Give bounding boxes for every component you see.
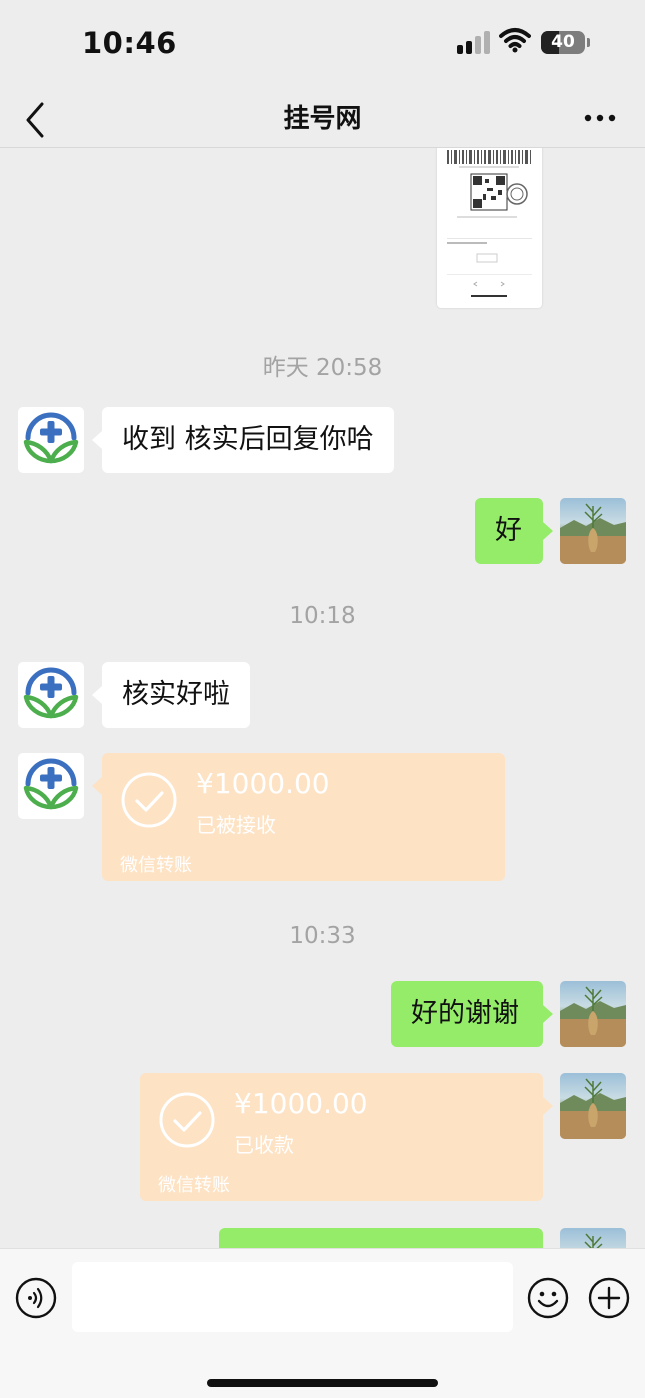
message-bubble-incoming[interactable]: 收到 核实后回复你哈 [102, 407, 394, 473]
emoji-button[interactable] [527, 1277, 569, 1319]
message-bubble-outgoing[interactable]: 好的谢谢 [391, 981, 543, 1047]
message-bubble-incoming[interactable]: 核实好啦 [102, 662, 250, 728]
vase-plant-image [560, 986, 626, 1047]
plus-button[interactable] [588, 1277, 630, 1319]
transfer-amount: ¥1000.00 [196, 767, 330, 800]
user-avatar[interactable] [560, 498, 626, 564]
user-avatar[interactable] [560, 1073, 626, 1139]
signal-icon [457, 30, 491, 54]
transfer-status: 已收款 [234, 1133, 294, 1157]
chat-area[interactable]: 昨天 20:58 收到 核实后回复你哈 好 10:18 核实好啦 ¥1000.0… [0, 148, 645, 1248]
vase-plant-image [560, 1078, 626, 1139]
contact-avatar[interactable] [18, 662, 84, 728]
timestamp: 10:18 [289, 603, 356, 629]
image-message[interactable] [437, 148, 542, 308]
vase-plant-image [584, 1233, 603, 1248]
bubble-tail [543, 1005, 553, 1023]
user-avatar[interactable] [560, 1228, 626, 1248]
transfer-card[interactable]: ¥1000.00 已收款 微信转账 [140, 1073, 543, 1201]
contact-avatar[interactable] [18, 407, 84, 473]
user-avatar[interactable] [560, 981, 626, 1047]
vase-plant-image [560, 503, 626, 564]
transfer-card[interactable]: ¥1000.00 已被接收 微信转账 [102, 753, 505, 881]
home-indicator[interactable] [207, 1379, 438, 1387]
more-dots-icon [584, 114, 616, 122]
message-bubble-outgoing[interactable] [219, 1228, 543, 1248]
timestamp: 昨天 20:58 [262, 355, 383, 381]
message-input[interactable] [72, 1262, 513, 1332]
bubble-tail [543, 522, 553, 540]
status-time: 10:46 [82, 26, 177, 60]
input-bar [0, 1248, 645, 1398]
transfer-amount: ¥1000.00 [234, 1087, 368, 1120]
nav-bar: 挂号网 [0, 88, 645, 148]
bubble-tail [92, 686, 102, 704]
battery-level: 40 [551, 32, 575, 52]
voice-icon [15, 1277, 57, 1319]
ticket-image [447, 150, 532, 297]
plus-icon [588, 1277, 630, 1319]
battery-icon: 40 [541, 31, 585, 54]
more-button[interactable] [580, 104, 620, 132]
check-circle-icon [159, 1092, 215, 1148]
transfer-label: 微信转账 [120, 855, 192, 876]
emoji-icon [527, 1277, 569, 1319]
check-circle-icon [121, 772, 177, 828]
hospital-logo-icon [23, 758, 79, 810]
bubble-tail [92, 777, 102, 795]
hospital-logo-icon [23, 412, 79, 464]
message-bubble-outgoing[interactable]: 好 [475, 498, 543, 564]
transfer-status: 已被接收 [196, 813, 276, 837]
bubble-tail [543, 1097, 553, 1115]
bubble-tail [92, 431, 102, 449]
status-bar: 10:46 40 [0, 0, 645, 88]
chat-title: 挂号网 [283, 104, 362, 134]
voice-button[interactable] [15, 1277, 57, 1319]
battery-tip [587, 38, 590, 47]
transfer-label: 微信转账 [158, 1175, 230, 1196]
hospital-logo-icon [23, 667, 79, 719]
contact-avatar[interactable] [18, 753, 84, 819]
timestamp: 10:33 [289, 923, 356, 949]
wifi-icon [499, 28, 531, 53]
